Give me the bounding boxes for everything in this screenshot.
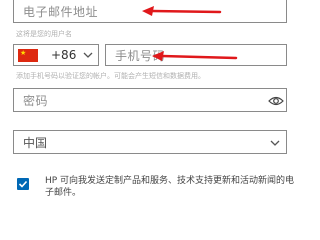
chevron-down-icon (83, 52, 93, 58)
country-code-value: +86 (51, 48, 77, 62)
annotation-arrow-email (142, 6, 222, 16)
email-hint: 这将是您的用户名 (16, 30, 72, 38)
china-flag-icon: ★ (18, 48, 38, 62)
consent-checkbox[interactable] (17, 178, 29, 190)
password-placeholder: 密码 (23, 93, 49, 108)
checkmark-icon (18, 180, 28, 188)
chevron-down-icon (270, 140, 280, 146)
country-code-select[interactable]: ★ +86 (13, 44, 99, 66)
email-placeholder: 电子邮件地址 (23, 4, 99, 19)
password-field[interactable]: 密码 (13, 88, 287, 112)
country-select-value: 中国 (23, 135, 48, 150)
phone-hint: 添加手机号码以验证您的帐户。可能会产生短信和数据费用。 (16, 72, 205, 80)
annotation-arrow-phone (152, 51, 238, 61)
consent-text: HP 可向我发送定制产品和服务、技术支持更新和活动新闻的电子邮件。 (45, 176, 295, 198)
country-select[interactable]: 中国 (13, 130, 287, 154)
eye-icon[interactable] (268, 94, 284, 108)
